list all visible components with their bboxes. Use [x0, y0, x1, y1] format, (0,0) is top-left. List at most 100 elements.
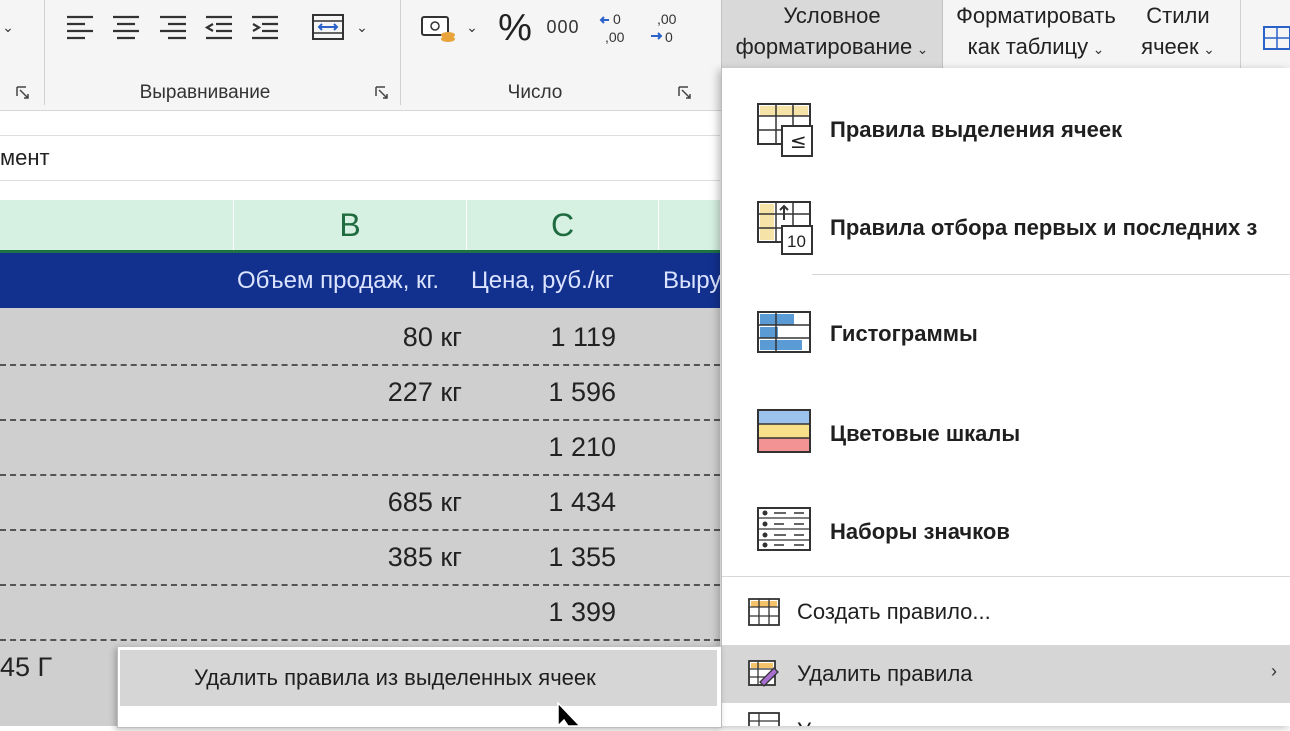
chevron-down-icon: ⌄	[1203, 41, 1215, 57]
accounting-dropdown-chevron[interactable]: ⌄	[463, 14, 481, 40]
menu-item-label: Цветовые шкалы	[830, 421, 1021, 446]
qty-cell[interactable]: 685 кг	[233, 475, 462, 529]
align-center-icon	[113, 15, 139, 40]
menu-item-label: Правила выделения ячеек	[830, 117, 1123, 142]
partial-cell[interactable]: 45 Г	[0, 640, 52, 694]
chevron-down-icon: ⌄	[916, 41, 929, 57]
menu-item-icon-sets[interactable]: Наборы значков	[722, 484, 1290, 580]
align-right-icon	[160, 15, 186, 40]
decrease-decimal-button[interactable]: ,00 0	[647, 8, 687, 48]
thousands-separator-icon: 000	[546, 16, 580, 37]
insert-cells-button[interactable]	[1258, 18, 1290, 54]
menu-item-data-bars[interactable]: Гистограммы	[722, 286, 1290, 382]
accounting-format-button[interactable]	[419, 8, 459, 48]
clear-rules-submenu: Удалить правила из выделенных ячеек	[117, 646, 722, 728]
price-cell[interactable]: 1 434	[466, 475, 616, 529]
decrease-decimal-icon: ,000	[651, 11, 677, 45]
merge-dropdown-chevron[interactable]: ⌄	[353, 14, 371, 40]
insert-cells-icon	[1263, 26, 1290, 50]
increase-indent-button[interactable]	[248, 10, 282, 44]
column-header-a[interactable]	[0, 200, 232, 250]
data-bars-icon	[756, 306, 814, 362]
qty-cell[interactable]: 227 кг	[233, 365, 462, 419]
align-left-button[interactable]	[63, 10, 97, 44]
qty-cell[interactable]: 385 кг	[233, 530, 462, 584]
svg-text:0: 0	[613, 11, 621, 27]
header-cell-price[interactable]: Цена, руб./кг	[471, 253, 656, 308]
price-cell[interactable]: 1 596	[466, 365, 616, 419]
number-group-launcher-icon[interactable]	[678, 86, 694, 102]
menu-item-label: Создать правило...	[797, 599, 991, 624]
format-as-table-button[interactable]: Форматировать как таблицу ⌄	[946, 0, 1126, 68]
conditional-formatting-label-line2: форматирование ⌄	[735, 34, 929, 59]
price-cell[interactable]: 1 210	[466, 420, 616, 474]
header-cell-revenue[interactable]: Выру	[663, 253, 720, 308]
submenu-arrow-icon: ›	[1271, 661, 1277, 681]
percent-icon: %	[498, 6, 532, 49]
align-center-button[interactable]	[109, 10, 143, 44]
merge-center-button[interactable]	[309, 8, 347, 46]
column-header-c[interactable]: C	[466, 200, 658, 250]
decrease-indent-button[interactable]	[202, 10, 236, 44]
svg-text:10: 10	[787, 232, 806, 251]
menu-item-manage-rules[interactable]: У	[722, 706, 1290, 726]
header-cell-qty[interactable]: Объем продаж, кг.	[237, 253, 463, 308]
menu-item-color-scales[interactable]: Цветовые шкалы	[722, 386, 1290, 482]
manage-rules-icon	[748, 712, 780, 726]
font-group-launcher-icon[interactable]	[16, 86, 32, 102]
merge-center-icon	[312, 14, 344, 40]
menu-item-highlight-cells-rules[interactable]: ≤ Правила выделения ячеек	[722, 82, 1290, 178]
qty-cell[interactable]: 80 кг	[233, 310, 462, 364]
table-row: 1 399	[0, 585, 720, 641]
color-scales-icon	[756, 406, 814, 462]
menu-item-label: У	[797, 718, 811, 726]
column-header-b[interactable]: B	[233, 200, 466, 250]
cell-styles-label-line2: ячеек ⌄	[1141, 34, 1215, 59]
svg-text:0: 0	[665, 29, 673, 45]
highlight-cells-rules-icon: ≤	[756, 102, 814, 158]
qty-cell[interactable]	[233, 585, 462, 639]
cell-styles-label-line1: Стили	[1146, 3, 1210, 28]
formula-bar[interactable]: мент	[0, 135, 720, 181]
svg-text:,00: ,00	[605, 29, 625, 45]
alignment-group-launcher-icon[interactable]	[375, 86, 391, 102]
qty-cell[interactable]	[233, 420, 462, 474]
increase-indent-icon	[252, 15, 278, 40]
submenu-item-clear-selected-cells[interactable]: Удалить правила из выделенных ячеек	[120, 650, 717, 706]
table-row: 385 кг 1 355	[0, 530, 720, 586]
price-cell[interactable]: 1 119	[466, 310, 616, 364]
conditional-formatting-menu: ≤ Правила выделения ячеек 10 Правила отб…	[721, 68, 1290, 726]
new-rule-icon	[748, 598, 780, 626]
menu-separator	[812, 274, 1290, 275]
price-cell[interactable]: 1 355	[466, 530, 616, 584]
comma-style-button[interactable]: 000	[541, 10, 585, 44]
top-bottom-rules-icon: 10	[756, 200, 814, 256]
increase-decimal-button[interactable]: 0,00	[597, 8, 637, 48]
column-header-d[interactable]	[658, 200, 721, 250]
price-cell[interactable]: 1 399	[466, 585, 616, 639]
conditional-formatting-button[interactable]: Условное форматирование ⌄	[721, 0, 943, 69]
font-dropdown-chevron[interactable]: ⌄	[0, 14, 16, 40]
align-right-button[interactable]	[156, 10, 190, 44]
table-row: 1 210	[0, 420, 720, 476]
table-header-row: Объем продаж, кг. Цена, руб./кг Выру	[0, 253, 720, 308]
mouse-cursor-icon	[556, 701, 586, 728]
cell-styles-button[interactable]: Стили ячеек ⌄	[1128, 0, 1228, 68]
increase-decimal-icon: 0,00	[599, 11, 625, 45]
clear-rules-icon	[748, 660, 780, 688]
format-as-table-label-line2: как таблицу ⌄	[967, 34, 1105, 59]
table-row: 80 кг 1 119	[0, 310, 720, 366]
menu-item-label: Наборы значков	[830, 519, 1010, 544]
menu-item-top-bottom-rules[interactable]: 10 Правила отбора первых и последних з	[722, 180, 1290, 276]
chevron-down-icon: ⌄	[1092, 41, 1105, 57]
align-left-icon	[67, 15, 93, 40]
percent-style-button[interactable]: %	[495, 6, 535, 50]
alignment-group: ⌄ Выравнивание	[45, 0, 398, 110]
menu-item-new-rule[interactable]: Создать правило...	[722, 583, 1290, 641]
menu-item-label: Удалить правила	[797, 661, 973, 686]
formula-bar-text: мент	[0, 145, 50, 170]
column-header-row: B C	[0, 200, 720, 253]
conditional-formatting-label-line1: Условное	[783, 3, 881, 28]
icon-sets-icon	[756, 504, 814, 560]
menu-item-clear-rules[interactable]: Удалить правила ›	[722, 645, 1290, 703]
